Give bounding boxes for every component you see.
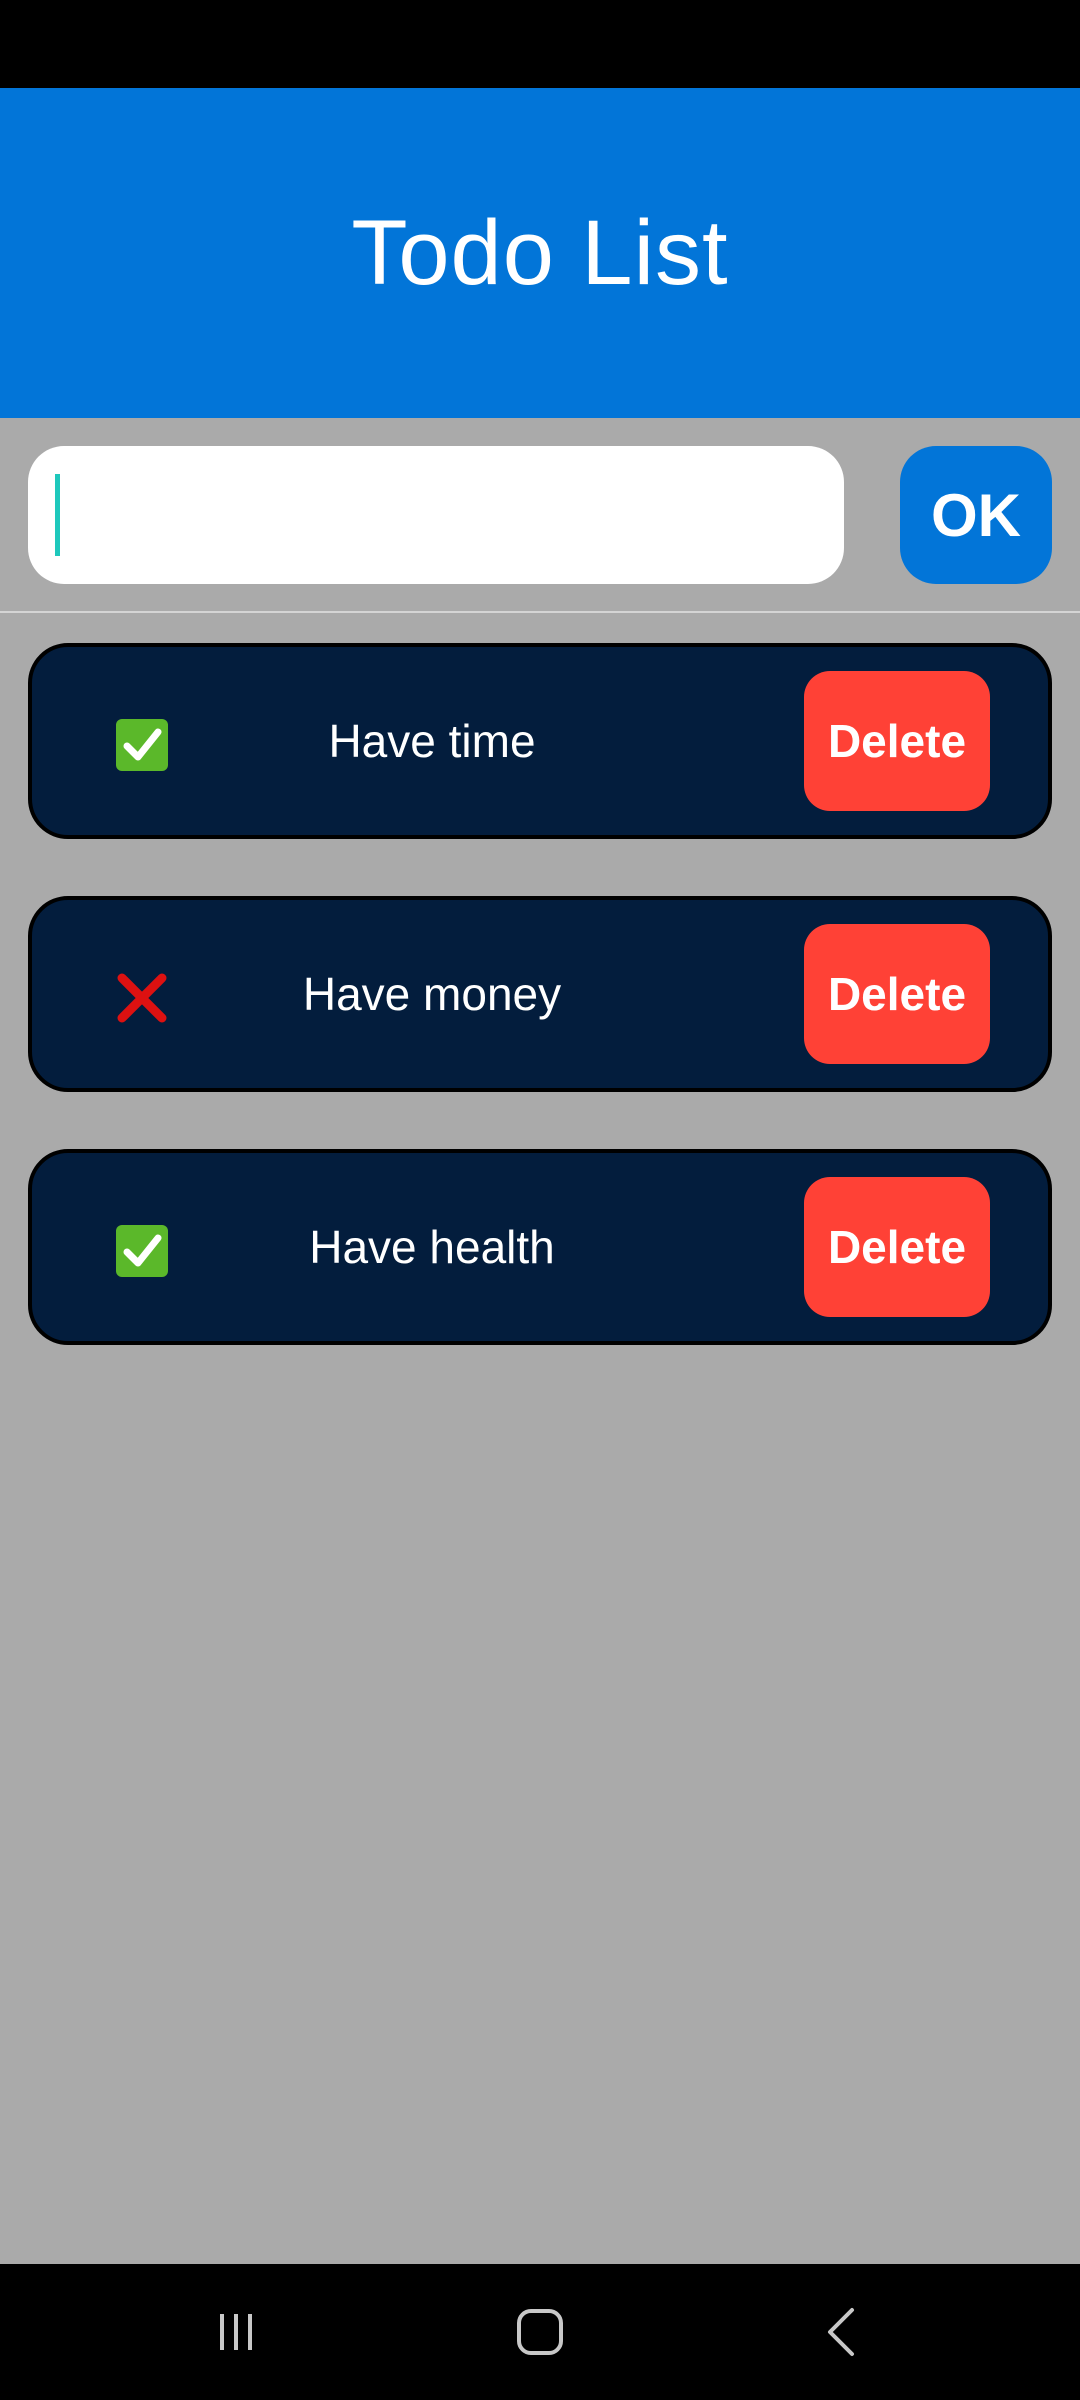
ok-button[interactable]: OK	[900, 446, 1052, 584]
back-icon	[828, 2308, 854, 2356]
todo-item: Have money Delete	[28, 896, 1052, 1092]
add-todo-row: OK	[0, 418, 1080, 613]
page-title: Todo List	[351, 201, 729, 304]
todo-list: Have time Delete Have money Delete Have …	[28, 643, 1052, 1402]
home-icon	[517, 2309, 563, 2355]
recents-icon	[220, 2314, 252, 2350]
home-button[interactable]	[450, 2264, 630, 2400]
delete-button[interactable]: Delete	[804, 924, 990, 1064]
status-bar	[0, 0, 1080, 88]
todo-text: Have time	[328, 715, 536, 767]
todo-text: Have health	[309, 1221, 555, 1273]
text-caret	[55, 474, 60, 556]
delete-button[interactable]: Delete	[804, 671, 990, 811]
delete-button[interactable]: Delete	[804, 1177, 990, 1317]
todo-item: Have health Delete	[28, 1149, 1052, 1345]
todo-input[interactable]	[28, 446, 844, 584]
todo-text: Have money	[302, 968, 562, 1020]
todo-app-screen: Todo List OK Have time Delete Have money…	[0, 0, 1080, 2400]
recents-button[interactable]	[146, 2264, 326, 2400]
check-mark-icon[interactable]	[116, 719, 168, 771]
navigation-bar	[0, 2264, 1080, 2400]
todo-item: Have time Delete	[28, 643, 1052, 839]
cross-mark-icon[interactable]	[116, 972, 168, 1024]
back-button[interactable]	[752, 2264, 932, 2400]
app-header: Todo List	[0, 88, 1080, 418]
check-mark-icon[interactable]	[116, 1225, 168, 1277]
